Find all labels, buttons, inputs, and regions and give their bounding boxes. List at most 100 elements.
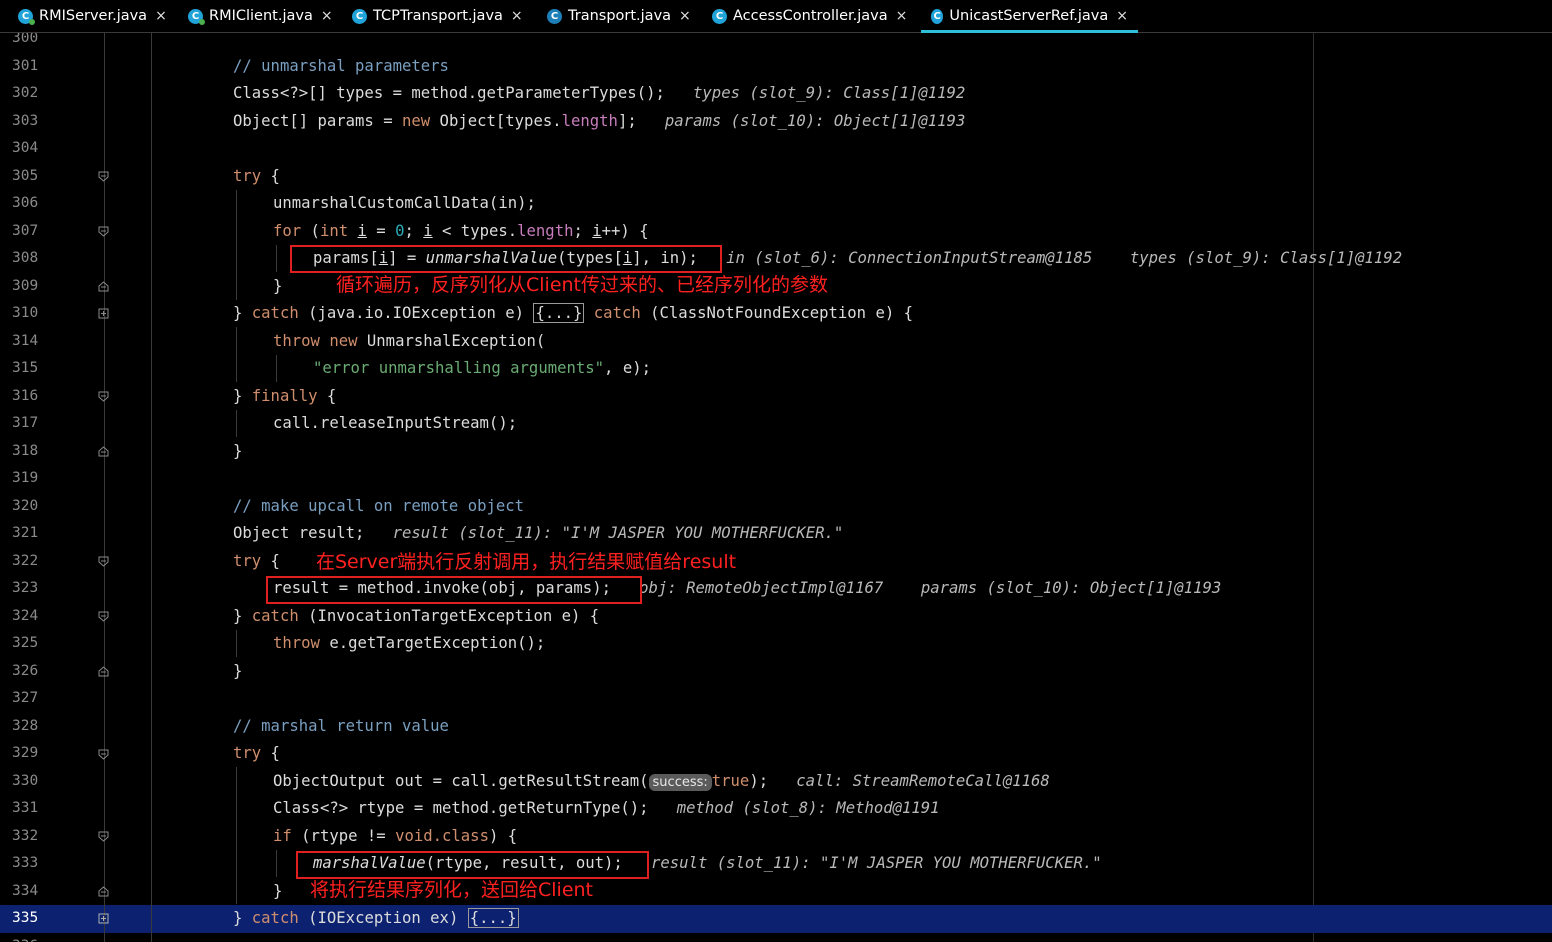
- tab-tcptransport[interactable]: C TCPTransport.java ×: [352, 0, 523, 32]
- code-text: Class<?> rtype = method.getReturnType();…: [273, 799, 940, 817]
- line-number: 333: [12, 855, 39, 871]
- tab-label: RMIClient.java: [209, 8, 313, 24]
- line-number: 314: [12, 332, 39, 349]
- fold-expand-icon[interactable]: [98, 308, 109, 319]
- indent-guide: [276, 850, 277, 877]
- folded-code-block[interactable]: {...}: [533, 303, 585, 323]
- java-class-icon: C: [18, 8, 35, 25]
- inline-debug-value: params (slot_10): Object[1]@1193: [920, 579, 1222, 597]
- line-number: 315: [12, 360, 39, 376]
- line-number: 307: [12, 222, 39, 239]
- close-icon[interactable]: ×: [1116, 8, 1128, 24]
- code-line: 317 call.releaseInputStream();: [0, 410, 1552, 438]
- code-line: 302 Class<?>[] types = method.getParamet…: [0, 80, 1552, 108]
- fold-end-icon[interactable]: [98, 666, 109, 677]
- inline-debug-value: types (slot_9): Class[1]@1192: [693, 84, 966, 102]
- code-text: } catch (java.io.IOException e) {...} ca…: [233, 303, 914, 323]
- close-icon[interactable]: ×: [155, 8, 167, 24]
- indent-guide: [236, 410, 237, 437]
- code-line: 306 unmarshalCustomCallData(in);: [0, 190, 1552, 218]
- code-text: throw e.getTargetException();: [273, 634, 546, 652]
- fold-end-icon[interactable]: [98, 886, 109, 897]
- line-number: 319: [12, 470, 39, 486]
- inline-debug-value: result (slot_11): "I'M JASPER YOU MOTHER…: [651, 854, 1102, 872]
- annotation-text: 将执行结果序列化，送回给Client: [310, 879, 594, 901]
- fold-expand-icon[interactable]: [98, 913, 109, 924]
- inline-debug-value: result (slot_11): "I'M JASPER YOU MOTHER…: [392, 524, 844, 542]
- line-number: 318: [12, 442, 39, 459]
- java-abstract-class-icon: C: [547, 8, 562, 24]
- close-icon[interactable]: ×: [511, 8, 523, 24]
- tab-label: RMIServer.java: [39, 8, 148, 24]
- inline-debug-value: method (slot_8): Method@1191: [676, 799, 940, 817]
- fold-collapse-icon[interactable]: [98, 556, 109, 567]
- line-number: 306: [12, 195, 39, 211]
- line-number: 302: [12, 85, 39, 101]
- line-number: 323: [12, 580, 39, 596]
- code-text: "error unmarshalling arguments", e);: [313, 359, 651, 377]
- fold-collapse-icon[interactable]: [98, 831, 109, 842]
- comment: // marshal return value: [233, 716, 449, 735]
- tab-rmiclient[interactable]: C RMIClient.java ×: [188, 0, 333, 32]
- fold-collapse-icon[interactable]: [98, 749, 109, 760]
- line-number: 332: [12, 827, 39, 844]
- fold-end-icon[interactable]: [98, 281, 109, 292]
- line-number: 321: [12, 525, 39, 541]
- code-text: for (int i = 0; i < types.length; i++) {: [273, 221, 649, 240]
- line-number: 324: [12, 607, 39, 624]
- close-icon[interactable]: ×: [679, 8, 691, 24]
- indent-guide: [236, 767, 237, 904]
- inline-debug-value: obj: RemoteObjectImpl@1167: [639, 579, 884, 597]
- code-line: 300: [0, 33, 1552, 53]
- fold-collapse-icon[interactable]: [98, 226, 109, 237]
- code-text: if (rtype != void.class) {: [273, 826, 518, 845]
- code-line: 308 params[i] = unmarshalValue(types[i],…: [0, 245, 1552, 273]
- code-text: Object[] params = new Object[types.lengt…: [233, 111, 966, 130]
- fold-collapse-icon[interactable]: [98, 171, 109, 182]
- close-icon[interactable]: ×: [321, 8, 333, 24]
- current-line: 335 } catch (IOException ex) {...}: [0, 905, 1552, 933]
- line-number: 300: [12, 33, 39, 46]
- indent-guide: [276, 355, 277, 382]
- code-line: 334 }: [0, 878, 1552, 906]
- fold-end-icon[interactable]: [98, 446, 109, 457]
- comment: // make upcall on remote object: [233, 496, 525, 515]
- line-number: 304: [12, 140, 39, 156]
- fold-collapse-icon[interactable]: [98, 611, 109, 622]
- code-line: 331 Class<?> rtype = method.getReturnTyp…: [0, 795, 1552, 823]
- tab-label: UnicastServerRef.java: [949, 8, 1109, 24]
- code-line: 323 result = method.invoke(obj, params);…: [0, 575, 1552, 603]
- line-number: 309: [12, 277, 39, 294]
- code-line: 304: [0, 135, 1552, 163]
- annotation-text: 循环遍历，反序列化从Client传过来的、已经序列化的参数: [336, 274, 829, 296]
- line-number: 335: [12, 910, 39, 926]
- gutter-separator: [151, 33, 152, 942]
- code-editor[interactable]: 300 301 // unmarshal parameters 302 Clas…: [0, 33, 1552, 942]
- gutter-separator: [104, 33, 105, 942]
- line-number: 329: [12, 745, 39, 761]
- code-line: 328 // marshal return value: [0, 713, 1552, 741]
- line-number: 330: [12, 772, 39, 789]
- parameter-name-hint: success:: [648, 773, 712, 791]
- code-text: try {: [233, 166, 280, 185]
- editor-tab-bar: C RMIServer.java × C RMIClient.java × C …: [0, 0, 1552, 33]
- code-text: }: [273, 276, 283, 295]
- line-number: 303: [12, 112, 39, 129]
- code-text: call.releaseInputStream();: [273, 414, 518, 432]
- fold-collapse-icon[interactable]: [98, 391, 109, 402]
- close-icon[interactable]: ×: [896, 8, 908, 24]
- code-text: Object result; result (slot_11): "I'M JA…: [233, 524, 844, 542]
- code-line: 319: [0, 465, 1552, 493]
- line-number: 310: [12, 305, 39, 321]
- tab-accesscontroller[interactable]: C AccessController.java ×: [712, 0, 907, 32]
- code-line: 315 "error unmarshalling arguments", e);: [0, 355, 1552, 383]
- code-text: } finally {: [233, 386, 337, 405]
- code-line: 336: [0, 933, 1552, 942]
- folded-code-block[interactable]: {...}: [467, 908, 519, 928]
- tab-transport[interactable]: C Transport.java ×: [547, 0, 691, 32]
- code-text: }: [273, 881, 283, 900]
- tab-unicastserverref[interactable]: C UnicastServerRef.java ×: [921, 0, 1138, 33]
- tab-rmiserver[interactable]: C RMIServer.java ×: [18, 0, 167, 32]
- java-class-icon: C: [931, 8, 944, 24]
- code-text: } catch (InvocationTargetException e) {: [233, 606, 600, 625]
